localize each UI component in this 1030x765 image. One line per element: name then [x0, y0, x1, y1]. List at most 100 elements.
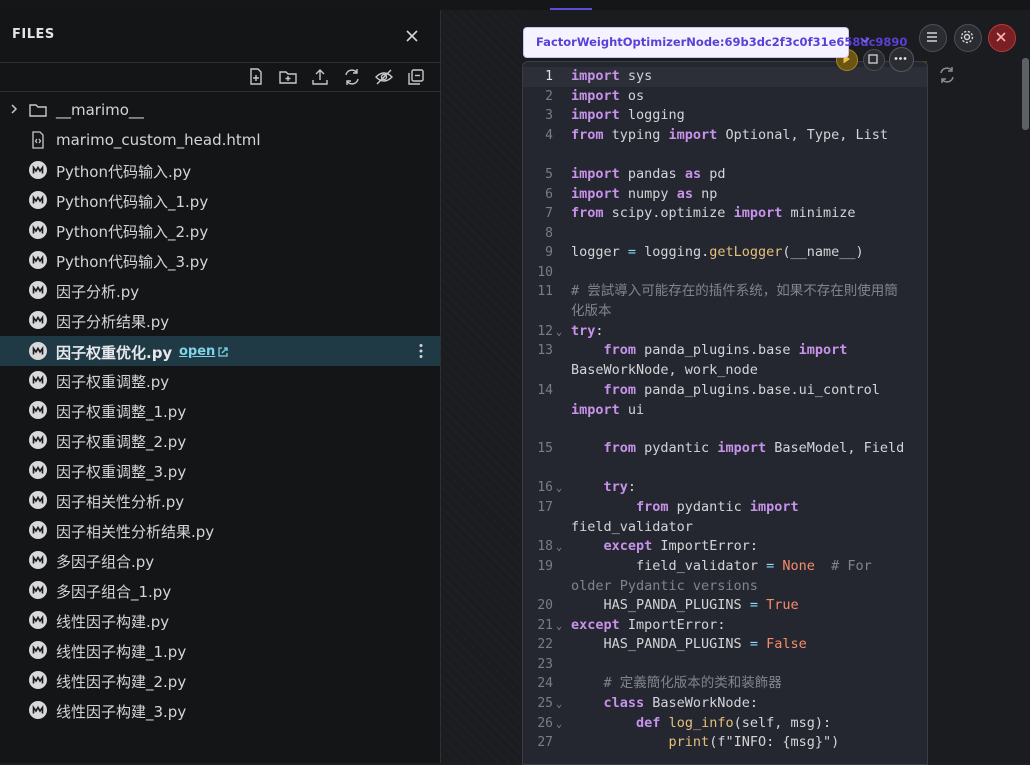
code-line[interactable]: 15 from pydantic import BaseModel, Field — [523, 439, 927, 459]
marimo-notebook-icon — [29, 611, 47, 629]
refresh-icon[interactable] — [342, 67, 362, 87]
marimo-notebook-icon — [29, 671, 47, 689]
code-line[interactable]: 9 logger = logging.getLogger(__name__) — [523, 243, 927, 263]
code-line[interactable]: 11 # 尝試導入可能存在的插件系统，如果不存在則使用簡化版本 — [523, 282, 927, 319]
code-line[interactable]: 7 from scipy.optimize import minimize — [523, 204, 927, 224]
line-number: 6 — [545, 187, 553, 202]
code-line[interactable]: 26 ⌄ def log_info(self, msg): — [523, 714, 927, 734]
fold-chevron-icon[interactable]: ⌄ — [556, 621, 562, 632]
code-line[interactable]: 23 — [523, 655, 927, 675]
code-line[interactable]: 8 — [523, 224, 927, 244]
code-line[interactable]: 25 ⌄ class BaseWorkNode: — [523, 694, 927, 714]
menu-button[interactable] — [919, 24, 947, 52]
chevron-down-icon[interactable] — [858, 33, 872, 47]
file-name: 因子权重调整.py — [56, 373, 170, 391]
file-explorer-title: FILES — [12, 27, 55, 42]
code-line[interactable]: 18 ⌄ except ImportError: — [523, 537, 927, 557]
marimo-notebook-icon — [29, 191, 47, 209]
marimo-notebook-icon — [29, 491, 47, 509]
file-row[interactable]: 因子相关性分析结果.py — [0, 515, 440, 545]
open-link[interactable]: open — [179, 344, 215, 359]
folder-row[interactable]: __marimo__ — [0, 95, 440, 125]
fold-chevron-icon[interactable]: ⌄ — [556, 542, 562, 553]
code-cell[interactable]: 1 import sys 2 import os 3 import logging 4 fro… — [522, 61, 928, 765]
settings-button[interactable] — [954, 24, 982, 52]
code-text: import logging — [571, 107, 685, 123]
stop-cell-button[interactable] — [863, 49, 885, 71]
line-number: 22 — [537, 637, 553, 652]
file-name: 因子权重调整_2.py — [56, 433, 187, 451]
file-row[interactable]: 因子分析结果.py — [0, 305, 440, 335]
shutdown-button[interactable] — [988, 24, 1016, 52]
marimo-notebook-icon — [29, 521, 47, 539]
file-row[interactable]: 因子权重调整.py — [0, 365, 440, 395]
code-line[interactable]: 10 — [523, 263, 927, 283]
code-line[interactable]: 17 from pydantic import field_validator — [523, 498, 927, 535]
code-line[interactable]: 21 ⌄ except ImportError: — [523, 616, 927, 636]
code-text: HAS_PANDA_PLUGINS = False — [571, 636, 807, 652]
file-row[interactable]: 线性因子构建_1.py — [0, 635, 440, 665]
code-line[interactable]: 1 import sys — [523, 67, 927, 87]
code-line[interactable]: 20 HAS_PANDA_PLUGINS = True — [523, 596, 927, 616]
code-line[interactable]: 27 print(f"INFO: {msg}") — [523, 733, 927, 753]
file-row[interactable]: marimo_custom_head.html — [0, 125, 440, 155]
file-name: Python代码输入_3.py — [56, 253, 209, 271]
file-row[interactable]: 线性因子构建_3.py — [0, 695, 440, 725]
file-row[interactable]: 多因子组合_1.py — [0, 575, 440, 605]
scrollbar-thumb[interactable] — [1022, 58, 1029, 130]
new-file-icon[interactable] — [246, 67, 266, 87]
code-line[interactable]: 24 # 定義簡化版本的类和装飾器 — [523, 674, 927, 694]
file-row[interactable]: 因子权重调整_2.py — [0, 425, 440, 455]
chevron-right-icon[interactable] — [7, 102, 21, 116]
file-row[interactable]: 线性因子构建_2.py — [0, 665, 440, 695]
code-line[interactable]: 4 from typing import Optional, Type, List — [523, 126, 927, 146]
kebab-menu-icon[interactable] — [412, 342, 430, 360]
rerun-icon[interactable] — [937, 65, 957, 85]
fold-chevron-icon[interactable]: ⌄ — [556, 327, 562, 338]
new-folder-icon[interactable] — [278, 67, 298, 87]
code-line[interactable]: 5 import pandas as pd — [523, 165, 927, 185]
fold-chevron-icon[interactable]: ⌄ — [556, 719, 562, 730]
marimo-notebook-icon — [29, 221, 47, 239]
code-line[interactable]: 3 import logging — [523, 106, 927, 126]
file-row[interactable]: 因子权重调整_1.py — [0, 395, 440, 425]
external-link-icon[interactable] — [216, 345, 230, 359]
code-line[interactable]: 16 ⌄ try: — [523, 478, 927, 498]
file-row[interactable]: 因子权重优化.py open — [0, 336, 440, 366]
marimo-notebook-icon — [29, 581, 47, 599]
file-row[interactable]: Python代码输入_3.py — [0, 245, 440, 275]
fold-chevron-icon[interactable]: ⌄ — [556, 483, 562, 494]
file-row[interactable]: 因子权重调整_3.py — [0, 455, 440, 485]
file-row[interactable]: 线性因子构建.py — [0, 605, 440, 635]
cell-more-button[interactable] — [889, 47, 914, 72]
code-line[interactable]: 13 from panda_plugins.base import BaseWo… — [523, 341, 927, 378]
top-strip — [0, 0, 1030, 10]
collapse-all-icon[interactable] — [406, 67, 426, 87]
fold-chevron-icon[interactable]: ⌄ — [556, 699, 562, 710]
file-row[interactable]: Python代码输入.py — [0, 155, 440, 185]
code-line[interactable]: 6 import numpy as np — [523, 185, 927, 205]
code-line[interactable]: 19 field_validator = None # For older Py… — [523, 557, 927, 594]
node-id-text: FactorWeightOptimizerNode:69b3dc2f3c0f31… — [536, 35, 908, 49]
hide-hidden-files-icon[interactable] — [374, 67, 394, 87]
code-line[interactable]: 12 ⌄ try: — [523, 322, 927, 342]
line-number: 15 — [537, 441, 553, 456]
file-name: 多因子组合.py — [56, 553, 155, 571]
code-line[interactable]: 2 import os — [523, 87, 927, 107]
file-row[interactable]: 因子相关性分析.py — [0, 485, 440, 515]
marimo-notebook-icon — [29, 551, 47, 569]
file-row[interactable]: Python代码输入_2.py — [0, 215, 440, 245]
close-icon[interactable] — [402, 26, 422, 46]
code-line[interactable]: 14 from panda_plugins.base.ui_control im… — [523, 381, 927, 418]
file-row[interactable]: 多因子组合.py — [0, 545, 440, 575]
line-number: 26 — [537, 716, 553, 731]
marimo-notebook-icon — [29, 371, 47, 389]
file-row[interactable]: Python代码输入_1.py — [0, 185, 440, 215]
code-line[interactable]: 22 HAS_PANDA_PLUGINS = False — [523, 635, 927, 655]
code-text: from panda_plugins.base.ui_control impor… — [571, 382, 888, 418]
line-number: 24 — [537, 676, 553, 691]
marimo-notebook-icon — [29, 251, 47, 269]
upload-icon[interactable] — [310, 67, 330, 87]
file-explorer-header: FILES — [0, 10, 440, 62]
file-row[interactable]: 因子分析.py — [0, 275, 440, 305]
